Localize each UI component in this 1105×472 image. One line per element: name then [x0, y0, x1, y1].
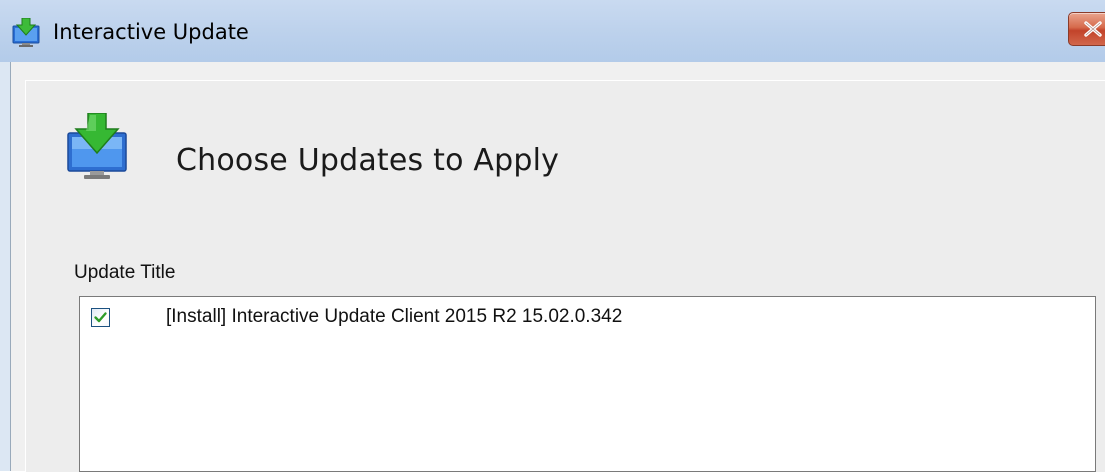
- window-title: Interactive Update: [53, 20, 249, 44]
- column-header-update-title: Update Title: [74, 262, 176, 283]
- update-title: [Install] Interactive Update Client 2015…: [166, 306, 623, 327]
- client-area: Choose Updates to Apply Update Title [In…: [10, 62, 1105, 472]
- updates-list[interactable]: [Install] Interactive Update Client 2015…: [79, 296, 1096, 472]
- list-item[interactable]: [Install] Interactive Update Client 2015…: [80, 297, 1095, 337]
- close-button[interactable]: [1068, 12, 1105, 46]
- update-checkbox[interactable]: [91, 308, 110, 327]
- update-monitor-icon: [11, 17, 43, 48]
- interactive-update-window: Interactive Update Choose Updates to App…: [0, 0, 1105, 472]
- page-heading: Choose Updates to Apply: [176, 143, 560, 178]
- content-panel: Choose Updates to Apply Update Title [In…: [25, 80, 1105, 472]
- title-bar[interactable]: Interactive Update: [0, 0, 1105, 62]
- download-to-monitor-icon: [64, 112, 134, 183]
